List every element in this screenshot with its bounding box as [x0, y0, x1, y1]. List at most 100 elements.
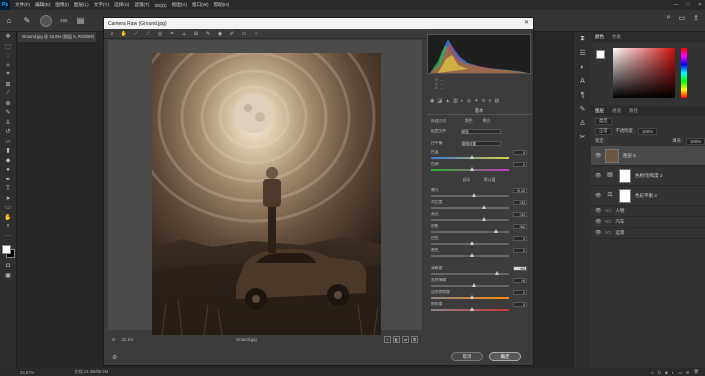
swap-icon[interactable]: ⇄ [402, 336, 409, 343]
new-layer-icon[interactable]: ⊞ [686, 370, 690, 375]
workspace-icon[interactable]: ▭ [679, 14, 686, 22]
presets-icon[interactable]: ≡ [489, 98, 492, 106]
add-mask-icon[interactable]: ◙ [665, 370, 668, 375]
saturation-value[interactable]: 0 [513, 301, 527, 307]
hand-tool-icon[interactable]: ✋ [0, 213, 16, 223]
tab-layers[interactable]: 图层 [595, 108, 604, 114]
lasso-tool-icon[interactable]: ◌ [0, 51, 16, 61]
visibility-icon[interactable]: 👁 [595, 219, 601, 225]
whites-value[interactable]: 0 [513, 235, 527, 241]
snapshots-icon[interactable]: ▤ [495, 98, 500, 106]
layer-row[interactable]: 👁 ▤ 色相/饱和度 2 [591, 166, 705, 186]
crop-tool-icon[interactable]: ⌗ [168, 31, 176, 37]
fit-button[interactable]: ⊡ [112, 337, 116, 342]
screen-mode-icon[interactable]: ▣ [0, 271, 16, 281]
color-swatches[interactable] [0, 245, 16, 261]
menu-edit[interactable]: 编辑(E) [35, 2, 50, 8]
gradient-tool-icon[interactable]: ▮ [0, 146, 16, 156]
calibration-icon[interactable]: ⊙ [481, 98, 485, 106]
eraser-tool-icon[interactable]: ▱ [0, 137, 16, 147]
temperature-value[interactable]: 0 [513, 149, 527, 155]
menu-file[interactable]: 文件(F) [15, 2, 30, 8]
new-group-icon[interactable]: ▭ [678, 370, 682, 375]
opacity-input[interactable]: 100% [637, 127, 657, 135]
status-zoom[interactable]: 33.57% [20, 370, 34, 375]
new-adjustment-icon[interactable]: ◐ [672, 370, 675, 375]
before-after-icon[interactable]: ◧ [393, 336, 400, 343]
adjustment-brush-icon[interactable]: ✐ [228, 31, 236, 37]
dodge-tool-icon[interactable]: ● [0, 165, 16, 175]
quick-mask-icon[interactable]: ◘ [0, 261, 16, 271]
character-icon[interactable]: A [574, 74, 591, 88]
exposure-slider[interactable] [431, 193, 509, 197]
graduated-filter-icon[interactable]: ▭ [240, 31, 248, 37]
effects-icon[interactable]: ✦ [474, 98, 478, 106]
blacks-slider[interactable] [431, 253, 509, 257]
texture-slider[interactable] [431, 271, 509, 275]
menu-view[interactable]: 视图(V) [172, 2, 187, 8]
pen-tool-icon[interactable]: ✒ [0, 175, 16, 185]
blend-mode-select[interactable]: 正常 [595, 127, 612, 135]
quick-select-tool-icon[interactable]: ✧ [0, 61, 16, 71]
minimize-icon[interactable]: — [674, 2, 679, 8]
crop-tool-icon[interactable]: ⌗ [0, 70, 16, 80]
color-panel-foreground[interactable] [596, 50, 605, 59]
shape-tool-icon[interactable]: ▭ [0, 203, 16, 213]
delete-layer-icon[interactable]: 🗑 [694, 369, 699, 375]
targeted-adjust-icon[interactable]: ◎ [156, 31, 164, 37]
layer-row[interactable]: 👁 ⚖ 色彩平衡 3 [591, 186, 705, 206]
hue-slider[interactable] [681, 48, 687, 98]
texture-value[interactable]: +64 [513, 265, 527, 271]
treatment-bw[interactable]: 黑白 [483, 119, 491, 124]
dehaze-slider[interactable] [431, 283, 509, 287]
path-select-tool-icon[interactable]: ➤ [0, 194, 16, 204]
zoom-tool-icon[interactable]: ⌕ [108, 31, 116, 37]
vibrance-value[interactable]: 0 [513, 289, 527, 295]
split-toning-icon[interactable]: ◐ [461, 98, 464, 106]
menu-help[interactable]: 帮助(H) [214, 2, 230, 8]
layer-row[interactable]: 👁 ›▭ 远景 [591, 228, 705, 239]
ok-button[interactable]: 确定 [489, 352, 521, 361]
foreground-color[interactable] [2, 245, 11, 254]
type-tool-icon[interactable]: T [0, 184, 16, 194]
stamp-tool-icon[interactable]: ♙ [0, 118, 16, 128]
menu-select[interactable]: 选择(S) [114, 2, 129, 8]
color-sampler-icon[interactable]: ⟋ [144, 31, 152, 37]
move-tool-icon[interactable]: ✥ [0, 32, 16, 42]
dehaze-value[interactable]: +6 [513, 277, 527, 283]
visibility-icon[interactable]: 👁 [595, 208, 601, 214]
vibrance-slider[interactable] [431, 295, 509, 299]
zoom-level[interactable]: 31.1% [122, 337, 134, 342]
settings-gear-icon[interactable]: ⚙ [112, 354, 120, 362]
treatment-color[interactable]: 颜色 [465, 119, 473, 124]
menu-3d[interactable]: 3D(D) [154, 3, 166, 8]
frame-tool-icon[interactable]: ⊠ [0, 80, 16, 90]
lens-icon[interactable]: ◎ [467, 98, 471, 106]
contrast-slider[interactable] [431, 205, 509, 209]
zoom-tool-icon[interactable]: ⌕ [0, 222, 16, 232]
layer-row[interactable]: 👁 图层 5 [591, 146, 705, 166]
healing-tool-icon[interactable]: ⊕ [0, 99, 16, 109]
home-icon[interactable]: ⌂ [4, 16, 14, 25]
blacks-value[interactable]: 0 [513, 247, 527, 253]
visibility-icon[interactable]: 👁 [595, 230, 601, 236]
default-link[interactable]: 默认值 [484, 178, 495, 183]
marquee-tool-icon[interactable]: ⬚ [0, 42, 16, 52]
white-balance-tool-icon[interactable]: ⟋ [132, 31, 140, 37]
color-field[interactable] [613, 48, 675, 98]
history-brush-icon[interactable]: ↺ [0, 127, 16, 137]
highlights-value[interactable]: +33 [513, 211, 527, 217]
auto-link[interactable]: 自动 [463, 178, 471, 183]
hsl-icon[interactable]: ▥ [453, 98, 458, 106]
menu-filter[interactable]: 滤镜(T) [134, 2, 149, 8]
fill-input[interactable]: 100% [686, 137, 705, 145]
menu-image[interactable]: 图像(I) [55, 2, 69, 8]
temperature-slider[interactable] [431, 155, 509, 159]
shadows-slider[interactable] [431, 229, 509, 233]
straighten-tool-icon[interactable]: ⟂ [180, 31, 188, 37]
menu-type[interactable]: 文字(Y) [94, 2, 109, 8]
hand-tool-icon[interactable]: ✋ [120, 31, 128, 37]
tool-presets-icon[interactable]: ✂ [574, 130, 591, 144]
layer-kind-filter[interactable]: 类型 [595, 117, 612, 125]
tab-swatches[interactable]: 色板 [612, 34, 621, 40]
